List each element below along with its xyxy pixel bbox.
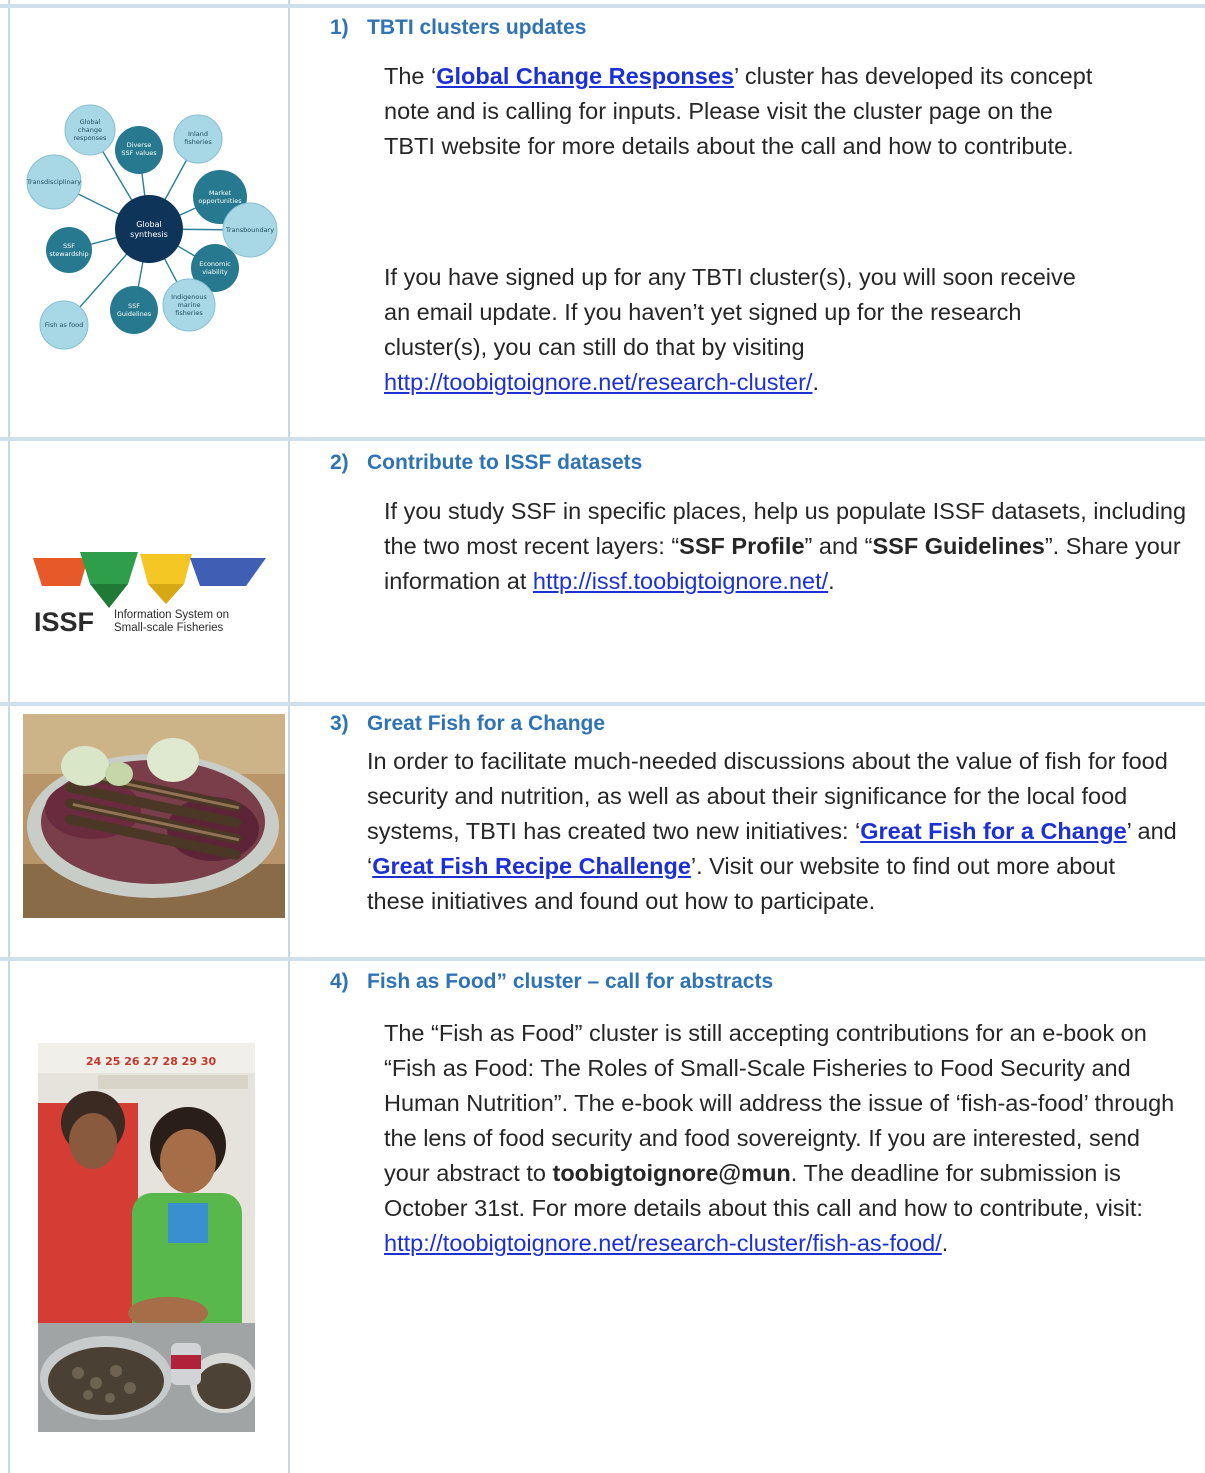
- contact-email: toobigtoignore@mun: [552, 1160, 791, 1186]
- diagram-node-label: Fish as food: [45, 321, 83, 329]
- global-change-responses-link[interactable]: Global Change Responses: [436, 63, 734, 89]
- great-fish-recipe-challenge-link[interactable]: Great Fish Recipe Challenge: [372, 853, 691, 879]
- diagram-center-node: [115, 195, 183, 263]
- calendar-strip: 24 25 26 27 28 29 30: [86, 1055, 216, 1068]
- table-column-divider: [288, 0, 290, 1473]
- section-title: 3) Great Fish for a Change: [330, 712, 605, 736]
- table-left-border: [8, 0, 10, 1473]
- grilled-fish-photo: [23, 714, 285, 918]
- section-title-text: TBTI clusters updates: [367, 16, 587, 39]
- logo-tagline: Information System on: [114, 609, 229, 621]
- section-number: 3): [330, 712, 349, 735]
- great-fish-for-a-change-link[interactable]: Great Fish for a Change: [860, 818, 1126, 844]
- section-paragraph: The “Fish as Food” cluster is still acce…: [384, 1020, 1175, 1256]
- logo-word: ISSF: [34, 607, 94, 637]
- section-paragraph: If you have signed up for any TBTI clust…: [384, 264, 1076, 395]
- table-row-border-top: [0, 4, 1205, 8]
- section-paragraph: In order to facilitate much-needed discu…: [367, 748, 1177, 914]
- table-row-border-4: [0, 957, 1205, 961]
- cluster-diagram: Global synthesis Diverse SSF values Inland…: [26, 104, 278, 350]
- section-title-text: Fish as Food” cluster – call for abstrac…: [367, 970, 774, 993]
- table-row-border-3: [0, 702, 1205, 706]
- issf-logo: ISSF Information System on Small-scale F…: [33, 552, 266, 637]
- section-title: 4) Fish as Food” cluster – call for abstr…: [330, 970, 773, 994]
- diagram-node-label: Economic viability: [199, 260, 231, 276]
- section-number: 1): [330, 16, 349, 39]
- diagram-node-label: Transboundary: [225, 226, 274, 234]
- research-cluster-link[interactable]: http://toobigtoignore.net/research-clust…: [384, 369, 812, 395]
- section-title: 1) TBTI clusters updates: [330, 16, 586, 40]
- diagram-node-label: Transdisciplinary: [26, 178, 81, 186]
- section-title-text: Great Fish for a Change: [367, 712, 606, 735]
- table-row-border-2: [0, 437, 1205, 441]
- section-paragraph: If you study SSF in specific places, hel…: [384, 498, 1187, 594]
- section-paragraph: The ‘Global Change Responses’ cluster ha…: [384, 63, 1093, 159]
- fish-as-food-link[interactable]: http://toobigtoignore.net/research-clust…: [384, 1230, 942, 1256]
- section-number: 2): [330, 451, 349, 474]
- section-number: 4): [330, 970, 349, 993]
- section-title-text: Contribute to ISSF datasets: [367, 451, 643, 474]
- logo-tagline: Small-scale Fisheries: [114, 622, 224, 634]
- issf-website-link[interactable]: http://issf.toobigtoignore.net/: [533, 568, 828, 594]
- section-title: 2) Contribute to ISSF datasets: [330, 451, 642, 475]
- children-photo: 24 25 26 27 28 29 30: [38, 1043, 255, 1432]
